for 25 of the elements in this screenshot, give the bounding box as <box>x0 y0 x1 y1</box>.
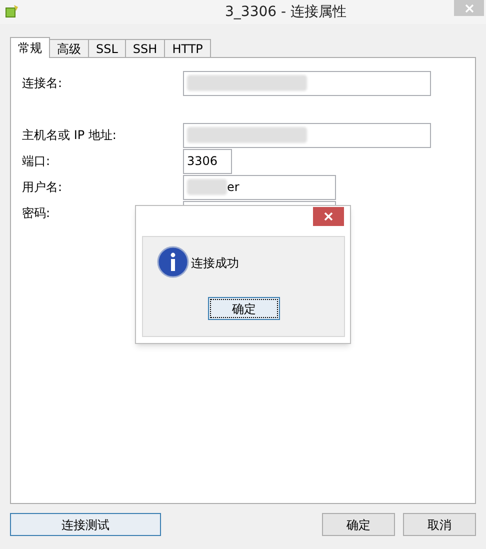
field-label: 密码: <box>21 205 52 222</box>
input-field[interactable] <box>183 70 431 96</box>
app-icon <box>4 3 20 19</box>
field-label: 连接名: <box>21 75 64 92</box>
tab[interactable]: 常规 <box>10 37 50 58</box>
input-field[interactable]: 3306 <box>183 148 232 174</box>
window-title: 3_3306 - 连接属性 <box>225 3 346 22</box>
close-icon <box>464 4 474 12</box>
input-field[interactable]: er <box>183 174 336 200</box>
info-icon <box>157 246 189 278</box>
tab[interactable]: HTTP <box>164 39 211 57</box>
input-field[interactable] <box>183 122 431 148</box>
tab[interactable]: 高级 <box>49 39 89 57</box>
field-value: 3306 <box>187 153 218 170</box>
cancel-button[interactable]: 取消 <box>403 513 476 536</box>
message-text: 连接成功 <box>191 255 239 272</box>
ok-button[interactable]: 确定 <box>208 297 280 320</box>
close-icon <box>324 212 333 221</box>
ok-button[interactable]: 确定 <box>322 513 395 536</box>
connection-test-button[interactable]: 连接测试 <box>10 513 161 536</box>
field-label: 端口: <box>21 153 52 170</box>
close-button[interactable] <box>313 207 344 226</box>
field-label: 用户名: <box>21 179 64 196</box>
field-label: 主机名或 IP 地址: <box>21 127 118 144</box>
field-value: er <box>227 179 240 196</box>
